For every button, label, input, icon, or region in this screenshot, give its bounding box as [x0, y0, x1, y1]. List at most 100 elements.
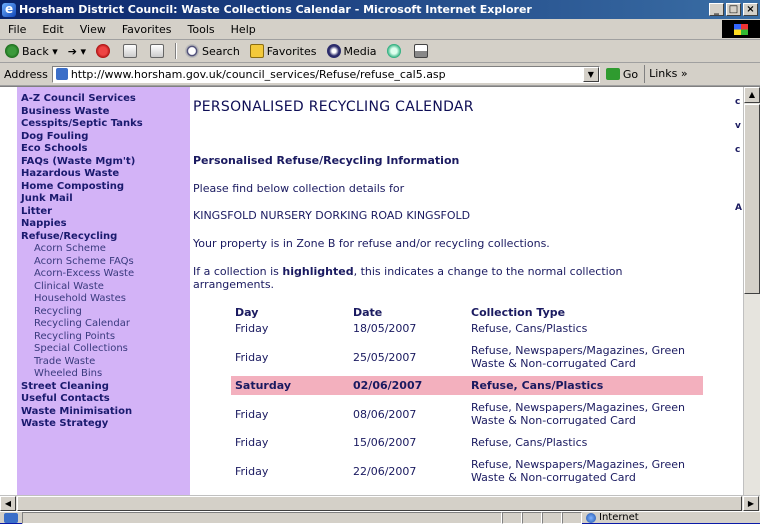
status-pane: [522, 511, 542, 524]
address-input[interactable]: http://www.horsham.gov.uk/council_servic…: [51, 65, 600, 83]
note-pre: If a collection is: [193, 265, 283, 278]
links-button[interactable]: Links »: [644, 65, 688, 83]
vertical-scrollbar[interactable]: ▲: [743, 87, 760, 495]
table-header-row: Day Date Collection Type: [231, 305, 703, 319]
cell-type: Refuse, Cans/Plastics: [467, 376, 703, 395]
sidebar-item[interactable]: Junk Mail: [17, 193, 190, 206]
page-title: PERSONALISED RECYCLING CALENDAR: [193, 99, 474, 115]
sidebar-item[interactable]: Hazardous Waste: [17, 168, 190, 181]
stop-button[interactable]: [91, 44, 118, 58]
internet-globe-icon: [586, 512, 596, 523]
window-title: Horsham District Council: Waste Collecti…: [19, 3, 532, 16]
menu-bar: File Edit View Favorites Tools Help: [0, 19, 760, 40]
maximize-button[interactable]: □: [726, 3, 741, 16]
sidebar-item[interactable]: Acorn-Excess Waste: [17, 268, 190, 281]
media-icon: [326, 44, 341, 58]
sidebar-item[interactable]: Business Waste: [17, 106, 190, 119]
favorites-icon: [249, 44, 264, 58]
sidebar-item[interactable]: Special Collections: [17, 343, 190, 356]
highlight-note-line2: arrangements.: [193, 278, 275, 291]
main-content: PERSONALISED RECYCLING CALENDAR Personal…: [193, 87, 736, 495]
back-button[interactable]: Back ▾: [0, 44, 63, 58]
menu-file[interactable]: File: [0, 23, 34, 36]
zone-text: Your property is in Zone B for refuse an…: [193, 237, 550, 250]
windows-logo-throbber: [722, 20, 760, 38]
cell-date: 02/06/2007: [349, 376, 467, 395]
cell-date: 25/05/2007: [353, 350, 417, 364]
cell-date: 22/06/2007: [353, 464, 417, 478]
sidebar-item[interactable]: Trade Waste: [17, 356, 190, 369]
sidebar-item[interactable]: Wheeled Bins: [17, 368, 190, 381]
status-text-pane: [22, 511, 502, 524]
sidebar-item[interactable]: Nappies: [17, 218, 190, 231]
sidebar-item[interactable]: Household Wastes: [17, 293, 190, 306]
sidebar-item[interactable]: Street Cleaning: [17, 381, 190, 394]
peek-char: A: [735, 203, 742, 213]
menu-favorites[interactable]: Favorites: [114, 23, 180, 36]
sidebar-item[interactable]: Recycling Points: [17, 331, 190, 344]
scroll-right-button[interactable]: ▶: [743, 496, 759, 511]
sidebar-item[interactable]: Recycling: [17, 306, 190, 319]
info-heading: Personalised Refuse/Recycling Informatio…: [193, 154, 460, 167]
close-button[interactable]: ×: [743, 3, 758, 16]
security-zone: Internet: [582, 512, 639, 523]
go-button[interactable]: Go: [600, 68, 644, 81]
cell-date: 08/06/2007: [353, 407, 417, 421]
refresh-button[interactable]: [118, 44, 145, 58]
sidebar-item[interactable]: Dog Fouling: [17, 131, 190, 144]
sidebar-item[interactable]: Eco Schools: [17, 143, 190, 156]
scroll-thumb[interactable]: [744, 104, 760, 294]
left-margin: [0, 87, 17, 495]
cell-day: Friday: [235, 436, 269, 449]
ie-app-icon: [2, 0, 16, 19]
cell-type: Refuse, Newspapers/Magazines, Green Wast…: [471, 344, 685, 370]
scroll-up-button[interactable]: ▲: [744, 87, 760, 103]
table-row: Friday 22/06/2007 Refuse, Newspapers/Magaz…: [231, 452, 703, 490]
sidebar-item[interactable]: FAQs (Waste Mgm't): [17, 156, 190, 169]
scroll-left-button[interactable]: ◀: [0, 496, 16, 511]
sidebar-item[interactable]: Acorn Scheme: [17, 243, 190, 256]
sidebar-item[interactable]: Cesspits/Septic Tanks: [17, 118, 190, 131]
sidebar-item[interactable]: Recycling Calendar: [17, 318, 190, 331]
sidebar-item[interactable]: Waste Strategy: [17, 418, 190, 431]
table-row-highlighted: Saturday 02/06/2007 Refuse, Cans/Plastics: [231, 376, 703, 395]
table-row: Friday 08/06/2007 Refuse, Newspapers/Magaz…: [231, 395, 703, 433]
home-button[interactable]: [145, 44, 172, 58]
page-icon: [55, 68, 68, 80]
horizontal-scrollbar[interactable]: ◀ ▶: [0, 495, 760, 511]
status-pane: [542, 511, 562, 524]
print-button[interactable]: [409, 44, 436, 58]
media-button[interactable]: Media: [322, 44, 382, 58]
cell-day: Friday: [235, 322, 269, 335]
favorites-button[interactable]: Favorites: [245, 44, 322, 58]
sidebar-item[interactable]: Waste Minimisation: [17, 406, 190, 419]
address-dropdown-button[interactable]: ▼: [582, 66, 599, 82]
sidebar-item[interactable]: Acorn Scheme FAQs: [17, 256, 190, 269]
cell-day: Friday: [235, 464, 269, 478]
sidebar-nav: A-Z Council Services Business Waste Cesspi…: [17, 87, 190, 495]
search-button[interactable]: Search: [180, 44, 245, 58]
horizontal-scroll-thumb[interactable]: [17, 496, 742, 511]
sidebar-item[interactable]: A-Z Council Services: [17, 93, 190, 106]
menu-help[interactable]: Help: [223, 23, 264, 36]
sidebar-item[interactable]: Clinical Waste: [17, 281, 190, 294]
menu-view[interactable]: View: [72, 23, 114, 36]
forward-button[interactable]: ➔ ▾: [63, 45, 91, 58]
intro-text: Please find below collection details for: [193, 182, 405, 195]
address-url[interactable]: http://www.horsham.gov.uk/council_servic…: [71, 68, 583, 81]
menu-tools[interactable]: Tools: [180, 23, 223, 36]
sidebar-item[interactable]: Litter: [17, 206, 190, 219]
standard-toolbar: Back ▾ ➔ ▾ Search Favorites Media: [0, 40, 760, 63]
cell-date: 15/06/2007: [353, 436, 417, 449]
history-button[interactable]: [382, 44, 409, 58]
table-row: Friday 15/06/2007 Refuse, Cans/Plastics: [231, 433, 703, 452]
minimize-button[interactable]: _: [709, 3, 724, 16]
page-status-icon: [4, 512, 18, 523]
page-content: A-Z Council Services Business Waste Cesspi…: [0, 86, 760, 495]
sidebar-item[interactable]: Useful Contacts: [17, 393, 190, 406]
menu-edit[interactable]: Edit: [34, 23, 71, 36]
sidebar-item[interactable]: Home Composting: [17, 181, 190, 194]
table-row: Friday 25/05/2007 Refuse, Newspapers/Magaz…: [231, 338, 703, 376]
zone-label: Internet: [599, 512, 639, 523]
sidebar-item[interactable]: Refuse/Recycling: [17, 231, 190, 244]
